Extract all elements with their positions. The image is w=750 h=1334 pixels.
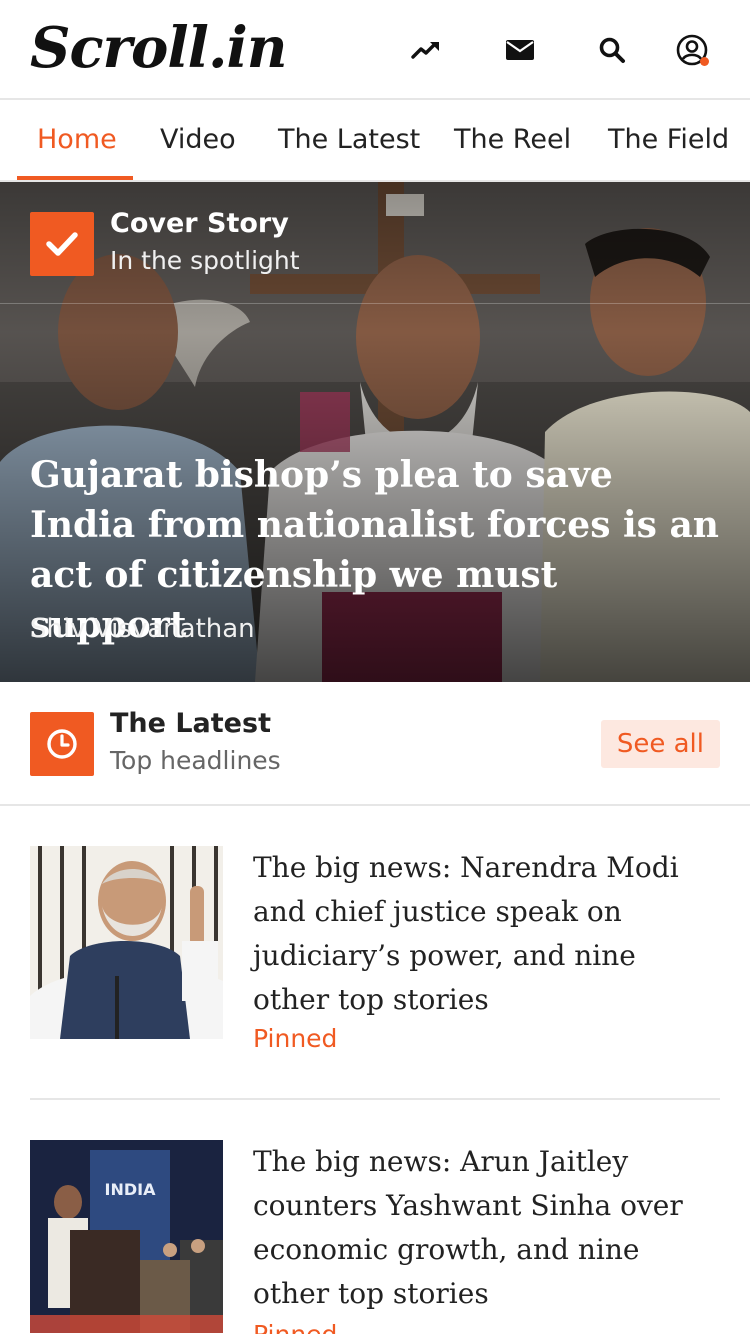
search-icon[interactable]: [592, 30, 632, 70]
thumbnail-banner-text: INDIA: [105, 1180, 157, 1199]
checkmark-icon: [46, 232, 78, 256]
list-item[interactable]: INDIA The big news: Arun Jaitley counter…: [30, 1140, 720, 1334]
pinned-tag: Pinned: [253, 1024, 338, 1053]
trending-icon[interactable]: [406, 30, 446, 70]
mail-icon[interactable]: [500, 30, 540, 70]
active-tab-indicator: [17, 176, 133, 180]
notification-dot: [700, 57, 709, 66]
article-title[interactable]: The big news: Arun Jaitley counters Yash…: [253, 1140, 720, 1316]
site-logo[interactable]: Scroll.in: [30, 14, 287, 82]
latest-section-header: The Latest Top headlines See all: [0, 682, 750, 806]
latest-subtitle: Top headlines: [110, 746, 281, 775]
latest-title: The Latest: [110, 708, 271, 739]
article-divider: [30, 1098, 720, 1100]
tab-video[interactable]: Video: [160, 100, 236, 180]
cover-divider: [0, 303, 750, 304]
article-title[interactable]: The big news: Narendra Modi and chief ju…: [253, 846, 720, 1022]
app-header: Scroll.in: [0, 0, 750, 100]
cover-story-card[interactable]: Cover Story In the spotlight Gujarat bis…: [0, 182, 750, 682]
see-all-button[interactable]: See all: [600, 720, 720, 768]
account-icon[interactable]: [672, 30, 712, 70]
cover-story-title: Cover Story: [110, 208, 289, 239]
tab-the-field[interactable]: The Field: [608, 100, 729, 180]
tab-the-reel[interactable]: The Reel: [454, 100, 571, 180]
cover-author: Shiv Visvanathan: [30, 614, 255, 644]
latest-badge: [30, 712, 94, 776]
list-item[interactable]: The big news: Narendra Modi and chief ju…: [30, 846, 720, 1066]
cover-story-badge: [30, 212, 94, 276]
article-thumbnail: [30, 846, 223, 1039]
section-tabs: Home Video The Latest The Reel The Field: [0, 100, 750, 182]
clock-icon: [47, 729, 77, 759]
tab-the-latest[interactable]: The Latest: [278, 100, 420, 180]
pinned-tag: Pinned: [253, 1320, 337, 1334]
article-thumbnail: INDIA: [30, 1140, 223, 1333]
cover-story-subtitle: In the spotlight: [110, 246, 300, 275]
tab-home[interactable]: Home: [37, 100, 117, 180]
